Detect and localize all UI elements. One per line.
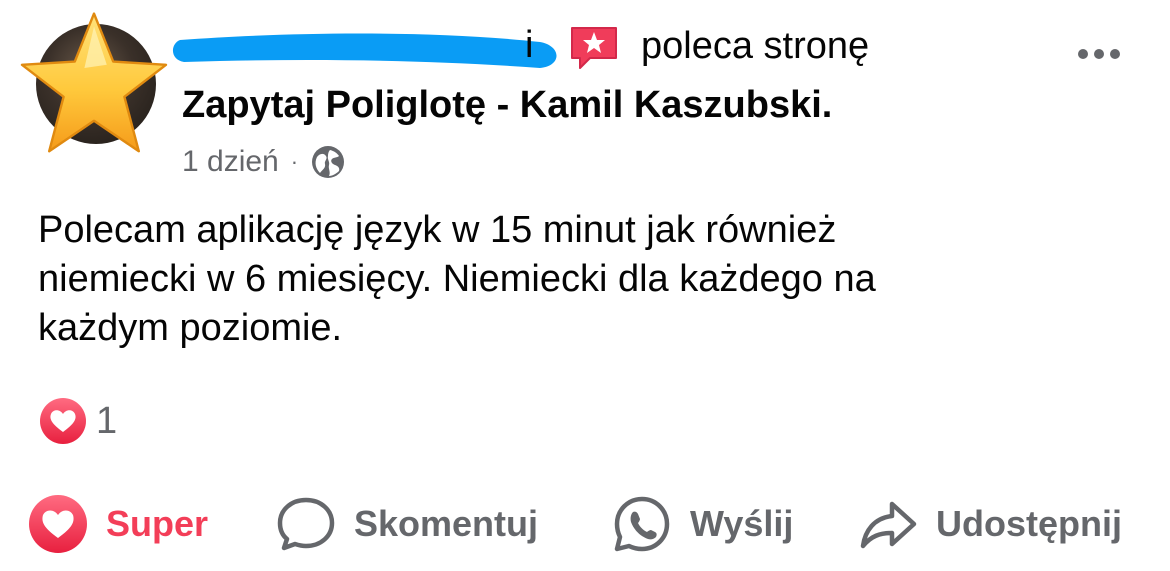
meta-separator: · <box>290 149 299 174</box>
send-button[interactable]: Wyślij <box>612 494 793 554</box>
author-name-tail[interactable]: i <box>525 24 533 67</box>
share-label: Udostępnij <box>936 503 1122 544</box>
send-label: Wyślij <box>690 503 794 544</box>
whatsapp-icon <box>614 496 670 552</box>
redacted-author-name <box>172 33 557 68</box>
globe-icon[interactable] <box>310 144 346 180</box>
reaction-count: 1 <box>96 399 118 442</box>
share-arrow-icon <box>860 501 917 549</box>
post-body-text: Polecam aplikację język w 15 minut jak r… <box>38 209 876 349</box>
recommendation-star-icon <box>571 27 617 69</box>
timestamp[interactable]: 1 dzień <box>182 145 279 179</box>
more-options-icon[interactable] <box>1078 46 1128 59</box>
recommends-label: poleca stronę <box>641 25 870 67</box>
super-button[interactable]: Super <box>28 494 208 554</box>
recommendation-post: i poleca stronę Zapytaj Poliglotę - Kami… <box>0 0 1170 571</box>
comment-bubble-icon <box>277 497 335 551</box>
avatar[interactable] <box>20 12 168 153</box>
heart-filled-icon <box>29 495 87 553</box>
comment-button[interactable]: Skomentuj <box>276 494 538 554</box>
share-button[interactable]: Udostępnij <box>858 494 1122 554</box>
star-emoji-icon <box>20 12 168 153</box>
post-meta: 1 dzień · <box>182 142 346 182</box>
comment-label: Skomentuj <box>354 503 539 544</box>
super-label: Super <box>106 503 209 544</box>
recommended-page-name[interactable]: Zapytaj Poliglotę - Kamil Kaszubski. <box>182 84 832 127</box>
heart-reaction-icon <box>40 398 86 444</box>
reactions-summary[interactable]: 1 <box>38 396 117 446</box>
